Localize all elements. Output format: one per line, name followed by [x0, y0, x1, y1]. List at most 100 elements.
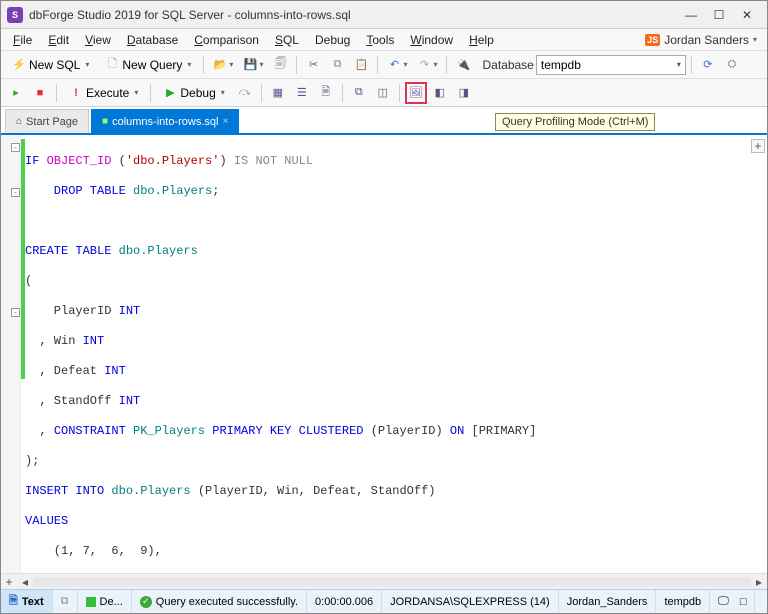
status-db: tempdb [656, 590, 710, 613]
fold-toggle[interactable]: - [11, 308, 20, 317]
undo-icon: ↶ [387, 58, 401, 72]
file-icon: 🗎 [319, 86, 333, 100]
debug-button[interactable]: ▶Debug [156, 82, 231, 104]
scroll-plus-icon[interactable]: + [1, 575, 17, 589]
trace2-button[interactable]: ◨ [453, 82, 475, 104]
code-editor[interactable]: - - - IF OBJECT_ID ('dbo.Players') IS NO… [1, 135, 767, 573]
user-account[interactable]: JS Jordan Sanders ▾ [639, 33, 763, 47]
save-button[interactable]: 💾 [239, 54, 267, 76]
database-label: Database [482, 58, 533, 72]
fold-toggle[interactable]: - [11, 188, 20, 197]
redo-button[interactable]: ↷ [413, 54, 441, 76]
status-spacer [755, 590, 768, 613]
status-time: 0:00:00.006 [307, 590, 382, 613]
save-all-icon: 🗐 [273, 58, 287, 72]
redo-icon: ↷ [417, 58, 431, 72]
refresh-button[interactable]: ⟳ [697, 54, 719, 76]
stop-red-icon: ■ [33, 86, 47, 100]
menu-file[interactable]: File [5, 31, 40, 49]
square-icon: □ [740, 596, 747, 608]
main-toolbar: ⚡New SQL 🗋New Query 📂 💾 🗐 ✂ ⧉ 📋 ↶ ↷ 🔌 Da… [1, 51, 767, 79]
status-conn-indicator[interactable]: ⧉ [53, 590, 78, 613]
scroll-left-icon[interactable]: ◂ [17, 575, 33, 589]
text-icon: ☰ [295, 86, 309, 100]
profiling-icon: 🖼 [409, 86, 423, 100]
stats-icon: ◫ [376, 86, 390, 100]
open-button[interactable]: 📂 [209, 54, 237, 76]
tab-active-file[interactable]: ■columns-into-rows.sql× [91, 109, 239, 133]
gutter [1, 135, 21, 573]
tool-misc-button[interactable]: ⛭ [721, 54, 743, 76]
window-title: dbForge Studio 2019 for SQL Server - col… [29, 8, 677, 22]
sql-file-icon: ■ [102, 116, 108, 127]
execute-icon: ! [69, 86, 83, 100]
plan-icon: ⧉ [352, 86, 366, 100]
undo-button[interactable]: ↶ [383, 54, 411, 76]
status-bar: 🗎Text ⧉ De... ✓Query executed successful… [1, 589, 767, 613]
tab-start-page[interactable]: ⌂Start Page [5, 109, 89, 133]
menu-tools[interactable]: Tools [358, 31, 402, 49]
include-plan-button[interactable]: ⧉ [348, 82, 370, 104]
results-to-text-button[interactable]: ☰ [291, 82, 313, 104]
menu-bar: File Edit View Database Comparison SQL D… [1, 29, 767, 51]
menu-help[interactable]: Help [461, 31, 502, 49]
add-pane-button[interactable]: + [751, 139, 765, 153]
copy-button[interactable]: ⧉ [326, 54, 348, 76]
sql-toolbar: ▸ ■ !Execute ▶Debug ⤼ ▦ ☰ 🗎 ⧉ ◫ 🖼 ◧ ◨ [1, 79, 767, 107]
cut-button[interactable]: ✂ [302, 54, 324, 76]
scroll-track[interactable] [33, 577, 751, 587]
scissors-icon: ✂ [306, 58, 320, 72]
paste-button[interactable]: 📋 [350, 54, 372, 76]
menu-view[interactable]: View [77, 31, 119, 49]
app-icon: S [7, 7, 23, 23]
results-to-grid-button[interactable]: ▦ [267, 82, 289, 104]
status-login: Jordan_Sanders [559, 590, 657, 613]
stop-button[interactable]: ■ [29, 82, 51, 104]
menu-window[interactable]: Window [402, 31, 461, 49]
code-area[interactable]: IF OBJECT_ID ('dbo.Players') IS NOT NULL… [21, 135, 767, 573]
horizontal-scrollbar[interactable]: + ◂ ▸ [1, 573, 767, 589]
minimize-button[interactable]: — [677, 5, 705, 25]
user-name: Jordan Sanders [664, 33, 749, 47]
menu-debug[interactable]: Debug [307, 31, 358, 49]
document-tabs: ⌂Start Page ■columns-into-rows.sql× Quer… [1, 107, 767, 135]
include-stats-button[interactable]: ◫ [372, 82, 394, 104]
query-profiling-button[interactable]: 🖼 [405, 82, 427, 104]
plug-icon: 🔌 [456, 58, 470, 72]
new-sql-button[interactable]: ⚡New SQL [5, 54, 96, 76]
tab-close-icon[interactable]: × [222, 116, 228, 127]
fold-toggle[interactable]: - [11, 143, 20, 152]
status-mode[interactable]: 🗎Text [1, 590, 53, 613]
status-server: JORDANSA\SQLEXPRESS (14) [382, 590, 559, 613]
close-button[interactable]: ✕ [733, 5, 761, 25]
gear-icon: ⛭ [725, 58, 739, 72]
copy-icon: ⧉ [330, 58, 344, 72]
menu-database[interactable]: Database [119, 31, 186, 49]
bolt-icon: ⚡ [12, 58, 26, 72]
save-all-button[interactable]: 🗐 [269, 54, 291, 76]
save-icon: 💾 [243, 58, 257, 72]
database-combo[interactable]: tempdb [536, 55, 686, 75]
run-to-cursor-button[interactable]: ▸ [5, 82, 27, 104]
scroll-right-icon[interactable]: ▸ [751, 575, 767, 589]
new-query-button[interactable]: 🗋New Query [98, 54, 198, 76]
trace-button[interactable]: ◧ [429, 82, 451, 104]
grid-icon: ▦ [271, 86, 285, 100]
connect-button[interactable]: 🔌 [452, 54, 474, 76]
check-icon: ✓ [140, 596, 152, 608]
menu-comparison[interactable]: Comparison [186, 31, 267, 49]
play-green-icon: ▶ [163, 86, 177, 100]
execute-button[interactable]: !Execute [62, 82, 145, 104]
status-connection[interactable]: De... [78, 590, 132, 613]
menu-sql[interactable]: SQL [267, 31, 307, 49]
step-icon: ⤼ [238, 86, 252, 100]
step-over-button[interactable]: ⤼ [234, 82, 256, 104]
trace-icon: ◧ [433, 86, 447, 100]
maximize-button[interactable]: ☐ [705, 5, 733, 25]
tooltip: Query Profiling Mode (Ctrl+M) [495, 113, 655, 131]
status-view-toggle[interactable]: 🖵 □ [710, 590, 755, 613]
results-to-file-button[interactable]: 🗎 [315, 82, 337, 104]
play-cursor-icon: ▸ [9, 86, 23, 100]
page-icon: 🗋 [105, 58, 119, 72]
menu-edit[interactable]: Edit [40, 31, 77, 49]
